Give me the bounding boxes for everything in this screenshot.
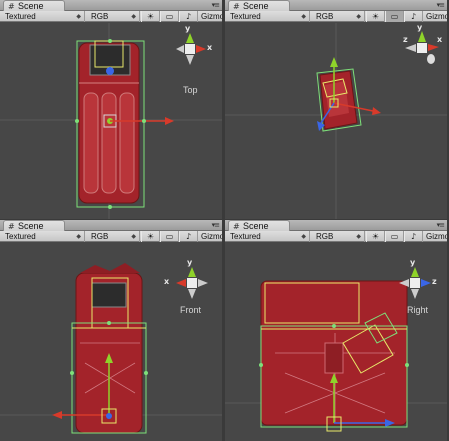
audio-toggle-icon[interactable]: ♪ bbox=[404, 11, 423, 22]
orientation-gizmo[interactable]: y z x bbox=[401, 23, 445, 71]
scene-toolbar: Textured ◆ RGB ◆ ☀ ▭ ♪ Gizmos bbox=[0, 231, 222, 242]
orientation-gizmo-icon bbox=[176, 267, 208, 299]
tab-label: Scene bbox=[18, 1, 44, 11]
gizmo-axis-y: y bbox=[187, 258, 193, 267]
gizmo-axis-x: x bbox=[437, 35, 443, 44]
gizmo-axis-z: z bbox=[403, 35, 408, 44]
z-axis-handle[interactable] bbox=[106, 67, 114, 75]
tab-bar: # Scene ▾≡ bbox=[225, 0, 447, 11]
render-mode-value: Textured bbox=[230, 12, 261, 21]
tab-bar: # Scene ▾≡ bbox=[0, 220, 222, 231]
gizmo-axis-x: x bbox=[207, 43, 213, 52]
dropdown-arrow-icon: ◆ bbox=[301, 13, 306, 20]
scene-view-perspective[interactable]: # Scene ▾≡ Textured ◆ RGB ◆ ☀ ▭ ♪ Gizmos bbox=[225, 0, 447, 219]
tab-label: Scene bbox=[243, 221, 269, 231]
scene-tab[interactable]: # Scene bbox=[3, 220, 65, 231]
tab-bar: # Scene ▾≡ bbox=[0, 0, 222, 11]
dropdown-arrow-icon: ◆ bbox=[356, 13, 361, 20]
pane-menu-icon[interactable]: ▾≡ bbox=[437, 221, 445, 229]
channel-value: RGB bbox=[91, 232, 109, 241]
image-effects-icon[interactable]: ▭ bbox=[160, 231, 179, 242]
audio-toggle-icon[interactable]: ♪ bbox=[179, 11, 198, 22]
audio-toggle-icon[interactable]: ♪ bbox=[404, 231, 423, 242]
scene-toolbar: Textured ◆ RGB ◆ ☀ ▭ ♪ Gizmos bbox=[0, 11, 222, 22]
scene-view-front[interactable]: # Scene ▾≡ Textured ◆ RGB ◆ ☀ ▭ ♪ Gizmos bbox=[0, 220, 222, 441]
dropdown-arrow-icon: ◆ bbox=[131, 13, 136, 20]
gizmo-axis-y: y bbox=[410, 258, 416, 267]
lighting-toggle-icon[interactable]: ☀ bbox=[366, 231, 385, 242]
scene-toolbar: Textured ◆ RGB ◆ ☀ ▭ ♪ Gizmos bbox=[225, 231, 447, 242]
channel-value: RGB bbox=[316, 232, 334, 241]
scene-tab[interactable]: # Scene bbox=[228, 0, 290, 11]
orientation-gizmo-icon bbox=[399, 267, 431, 299]
view-label: Right bbox=[407, 305, 429, 315]
x-axis-arrow[interactable] bbox=[372, 107, 381, 115]
channel-dropdown[interactable]: RGB ◆ bbox=[88, 11, 140, 22]
lighting-toggle-icon[interactable]: ☀ bbox=[366, 11, 385, 22]
gizmos-menu[interactable]: Gizmos bbox=[199, 231, 222, 242]
channel-dropdown[interactable]: RGB ◆ bbox=[313, 11, 365, 22]
tab-label: Scene bbox=[18, 221, 44, 231]
orientation-gizmo[interactable]: y x bbox=[164, 258, 214, 305]
gizmos-menu[interactable]: Gizmos bbox=[199, 11, 222, 22]
gizmo-axis-x: x bbox=[164, 277, 170, 286]
z-axis-handle[interactable] bbox=[106, 413, 112, 419]
gizmo-axis-z: z bbox=[432, 277, 437, 286]
render-mode-value: Textured bbox=[230, 232, 261, 241]
viewport[interactable]: y z x bbox=[225, 23, 447, 219]
pane-menu-icon[interactable]: ▾≡ bbox=[437, 1, 445, 9]
view-label: Front bbox=[180, 305, 202, 315]
orientation-gizmo-icon bbox=[176, 33, 206, 65]
channel-value: RGB bbox=[316, 12, 334, 21]
dropdown-arrow-icon: ◆ bbox=[76, 233, 81, 240]
viewport[interactable]: y x Top bbox=[0, 23, 222, 219]
x-axis-arrow[interactable] bbox=[165, 117, 174, 125]
channel-dropdown[interactable]: RGB ◆ bbox=[88, 231, 140, 242]
x-axis-arrow[interactable] bbox=[52, 411, 62, 419]
render-mode-value: Textured bbox=[5, 232, 36, 241]
lighting-toggle-icon[interactable]: ☀ bbox=[141, 11, 160, 22]
pane-menu-icon[interactable]: ▾≡ bbox=[212, 1, 220, 9]
dropdown-arrow-icon: ◆ bbox=[356, 233, 361, 240]
y-axis-arrow[interactable] bbox=[330, 57, 338, 67]
lighting-toggle-icon[interactable]: ☀ bbox=[141, 231, 160, 242]
gizmo-axis-y: y bbox=[417, 23, 423, 32]
audio-toggle-icon[interactable]: ♪ bbox=[179, 231, 198, 242]
gizmos-menu[interactable]: Gizmos bbox=[424, 11, 447, 22]
gizmos-menu[interactable]: Gizmos bbox=[424, 231, 447, 242]
orientation-gizmo[interactable]: y z bbox=[393, 258, 437, 305]
scene-view-top[interactable]: # Scene ▾≡ Textured ◆ RGB ◆ ☀ ▭ ♪ Gizmos bbox=[0, 0, 222, 219]
render-mode-value: Textured bbox=[5, 12, 36, 21]
image-effects-icon[interactable]: ▭ bbox=[160, 11, 179, 22]
channel-value: RGB bbox=[91, 12, 109, 21]
image-effects-icon[interactable]: ▭ bbox=[385, 11, 404, 22]
tab-label: Scene bbox=[243, 1, 269, 11]
dropdown-arrow-icon: ◆ bbox=[301, 233, 306, 240]
orientation-gizmo-icon bbox=[405, 31, 439, 64]
scene-tab[interactable]: # Scene bbox=[3, 0, 65, 11]
gizmo-axis-y: y bbox=[185, 24, 191, 33]
scene-toolbar: Textured ◆ RGB ◆ ☀ ▭ ♪ Gizmos bbox=[225, 11, 447, 22]
dropdown-arrow-icon: ◆ bbox=[131, 233, 136, 240]
scene-tab[interactable]: # Scene bbox=[228, 220, 290, 231]
render-mode-dropdown[interactable]: Textured ◆ bbox=[227, 11, 310, 22]
channel-dropdown[interactable]: RGB ◆ bbox=[313, 231, 365, 242]
dropdown-arrow-icon: ◆ bbox=[76, 13, 81, 20]
render-mode-dropdown[interactable]: Textured ◆ bbox=[2, 11, 85, 22]
view-label: Top bbox=[183, 85, 198, 95]
image-effects-icon[interactable]: ▭ bbox=[385, 231, 404, 242]
scene-view-right[interactable]: # Scene ▾≡ Textured ◆ RGB ◆ ☀ ▭ ♪ Gizmos bbox=[225, 220, 447, 441]
orientation-gizmo[interactable]: y x bbox=[168, 24, 213, 71]
render-mode-dropdown[interactable]: Textured ◆ bbox=[2, 231, 85, 242]
tab-bar: # Scene ▾≡ bbox=[225, 220, 447, 231]
viewport[interactable]: y z Right bbox=[225, 243, 447, 441]
pane-menu-icon[interactable]: ▾≡ bbox=[212, 221, 220, 229]
viewport[interactable]: y x Front bbox=[0, 243, 222, 441]
render-mode-dropdown[interactable]: Textured ◆ bbox=[227, 231, 310, 242]
